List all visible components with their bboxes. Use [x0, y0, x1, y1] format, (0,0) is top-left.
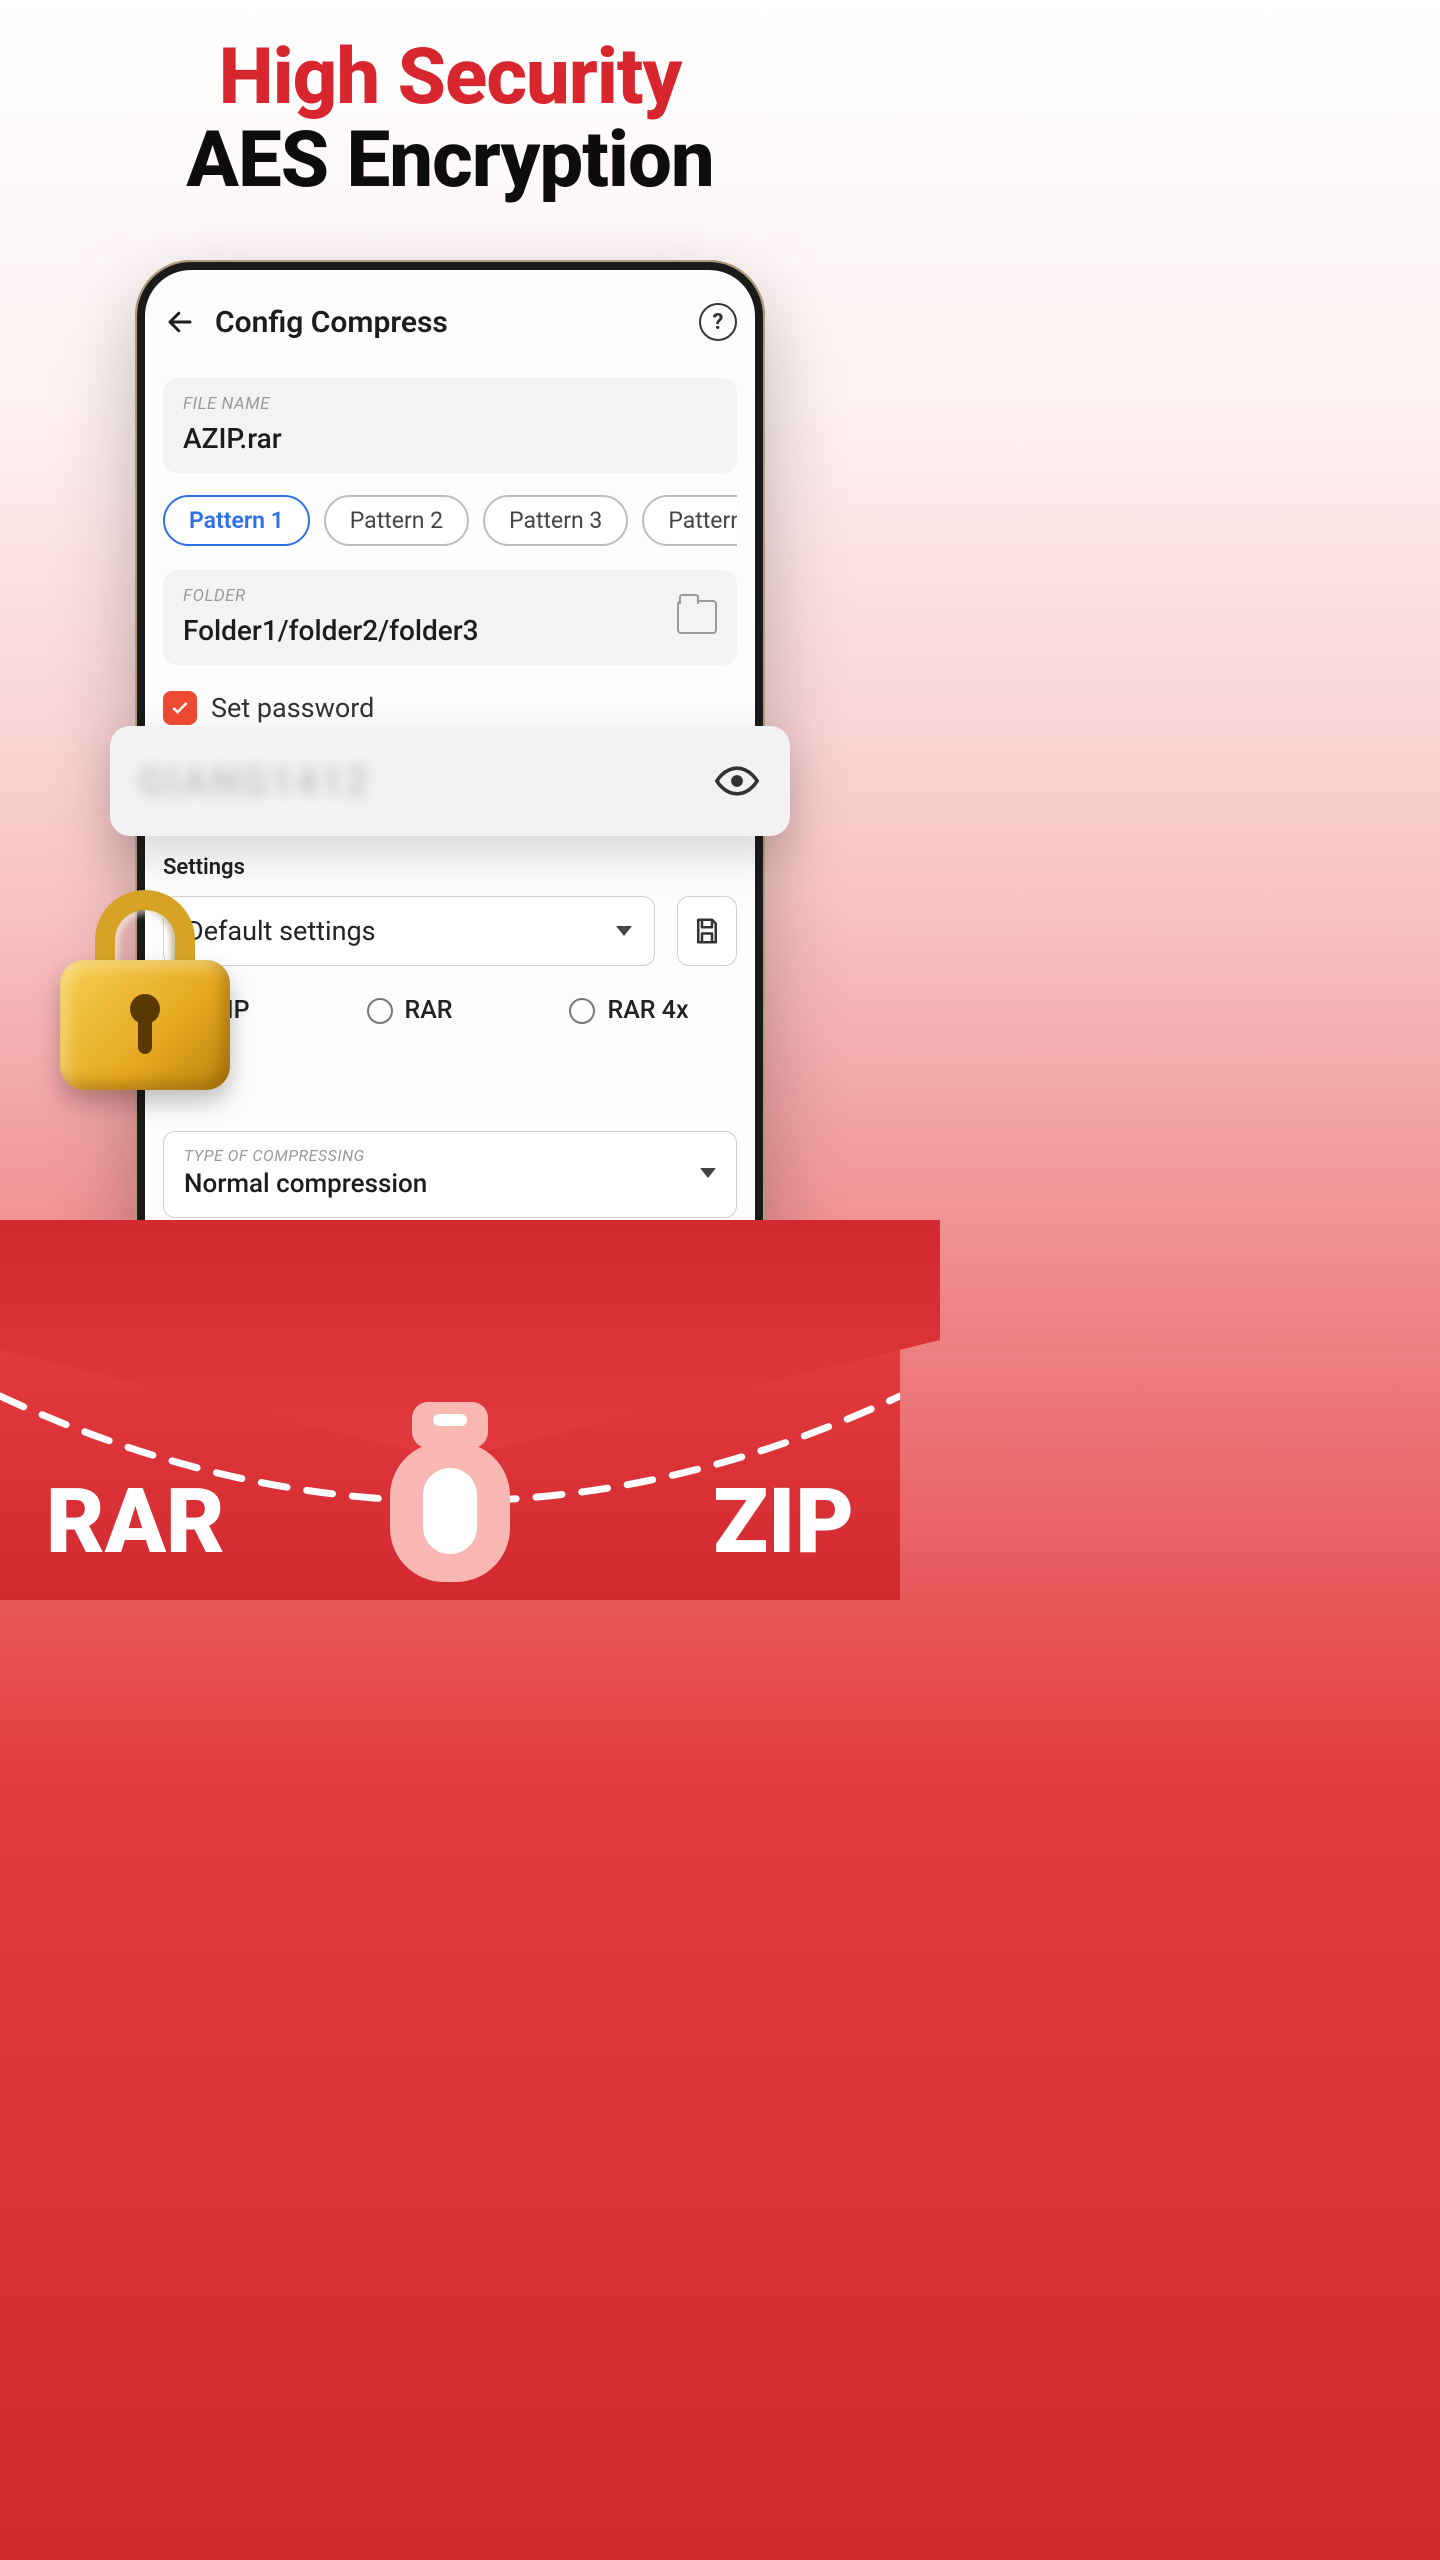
- settings-title: Settings: [163, 855, 737, 880]
- settings-select[interactable]: Default settings: [163, 896, 655, 966]
- folder-field[interactable]: FOLDER Folder1/folder2/folder3: [163, 570, 737, 665]
- compress-type-label: TYPE OF COMPRESSING: [184, 1146, 700, 1165]
- padlock-icon: [60, 890, 230, 1090]
- save-icon: [692, 916, 722, 946]
- radio-icon: [569, 998, 595, 1024]
- hero-title-line2: AES Encryption: [0, 115, 900, 206]
- footer: RAR ZIP: [0, 1340, 900, 1600]
- chevron-down-icon: [616, 926, 632, 936]
- folder-value: Folder1/folder2/folder3: [183, 614, 677, 647]
- set-password-label: Set password: [211, 692, 374, 724]
- pattern-chip-2[interactable]: Pattern 2: [324, 495, 469, 546]
- folder-icon[interactable]: [677, 600, 717, 634]
- settings-row: Default settings: [163, 896, 737, 966]
- radio-icon: [367, 998, 393, 1024]
- compress-type-field[interactable]: TYPE OF COMPRESSING Normal compression: [163, 1131, 737, 1218]
- page-title: Config Compress: [215, 305, 681, 340]
- format-rar4x-label: RAR 4x: [607, 996, 688, 1025]
- app-bar: Config Compress ?: [163, 294, 737, 350]
- help-icon[interactable]: ?: [699, 303, 737, 341]
- advanced-partial-text: ce: [163, 1055, 737, 1083]
- filename-field[interactable]: FILE NAME AZIP.rar: [163, 378, 737, 473]
- password-masked-value: GIANG1412: [138, 758, 712, 805]
- save-settings-button[interactable]: [677, 896, 737, 966]
- pattern-chip-3[interactable]: Pattern 3: [483, 495, 628, 546]
- filename-value: AZIP.rar: [183, 422, 717, 455]
- eye-icon: [715, 759, 759, 803]
- hero-title-line1: High Security: [0, 32, 900, 123]
- format-rar-label: RAR: [405, 996, 453, 1025]
- footer-text-zip: ZIP: [713, 1469, 854, 1574]
- password-input-card[interactable]: GIANG1412: [110, 726, 790, 836]
- back-icon[interactable]: [163, 305, 197, 339]
- set-password-row[interactable]: Set password: [163, 691, 737, 725]
- format-rar4x[interactable]: RAR 4x: [569, 996, 688, 1025]
- folder-label: FOLDER: [183, 586, 677, 606]
- zipper-pull-icon: [390, 1402, 510, 1582]
- footer-text-rar: RAR: [46, 1469, 225, 1574]
- format-radio-group: ZIP RAR RAR 4x: [163, 996, 737, 1025]
- pattern-chips: Pattern 1 Pattern 2 Pattern 3 Pattern 33: [163, 495, 737, 546]
- chevron-down-icon: [700, 1168, 716, 1178]
- pattern-chip-1[interactable]: Pattern 1: [163, 495, 310, 546]
- hero: High Security AES Encryption: [0, 0, 900, 206]
- toggle-visibility-button[interactable]: [712, 756, 762, 806]
- filename-label: FILE NAME: [183, 394, 717, 414]
- set-password-checkbox[interactable]: [163, 691, 197, 725]
- compress-type-value: Normal compression: [184, 1169, 700, 1199]
- format-rar[interactable]: RAR: [367, 996, 453, 1025]
- pattern-chip-4[interactable]: Pattern 33: [642, 495, 737, 546]
